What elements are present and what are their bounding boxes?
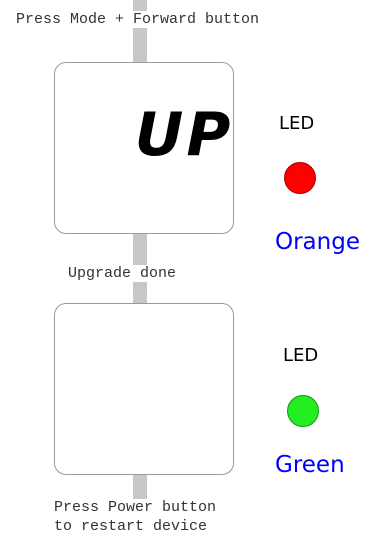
led-indicator-green: [287, 395, 319, 427]
lcd-display-text: UP: [138, 103, 230, 159]
bottom-instruction-line-2: to restart device: [54, 518, 208, 535]
led-color-name-2: Green: [275, 452, 345, 478]
led-label-2: LED: [283, 345, 319, 366]
led-label-1: LED: [279, 113, 315, 134]
connector-bar-top: [133, 0, 147, 64]
lcd-display: UP: [138, 103, 230, 159]
device-display-panel-top: UP: [54, 62, 234, 234]
led-color-name-1: Orange: [275, 229, 360, 255]
device-display-panel-bottom: [54, 303, 234, 475]
bottom-instruction-line-1: Press Power button: [54, 499, 217, 516]
upgrade-status: Upgrade done: [68, 265, 177, 282]
led-indicator-orange: [284, 162, 316, 194]
top-instruction: Press Mode + Forward button: [16, 11, 260, 28]
